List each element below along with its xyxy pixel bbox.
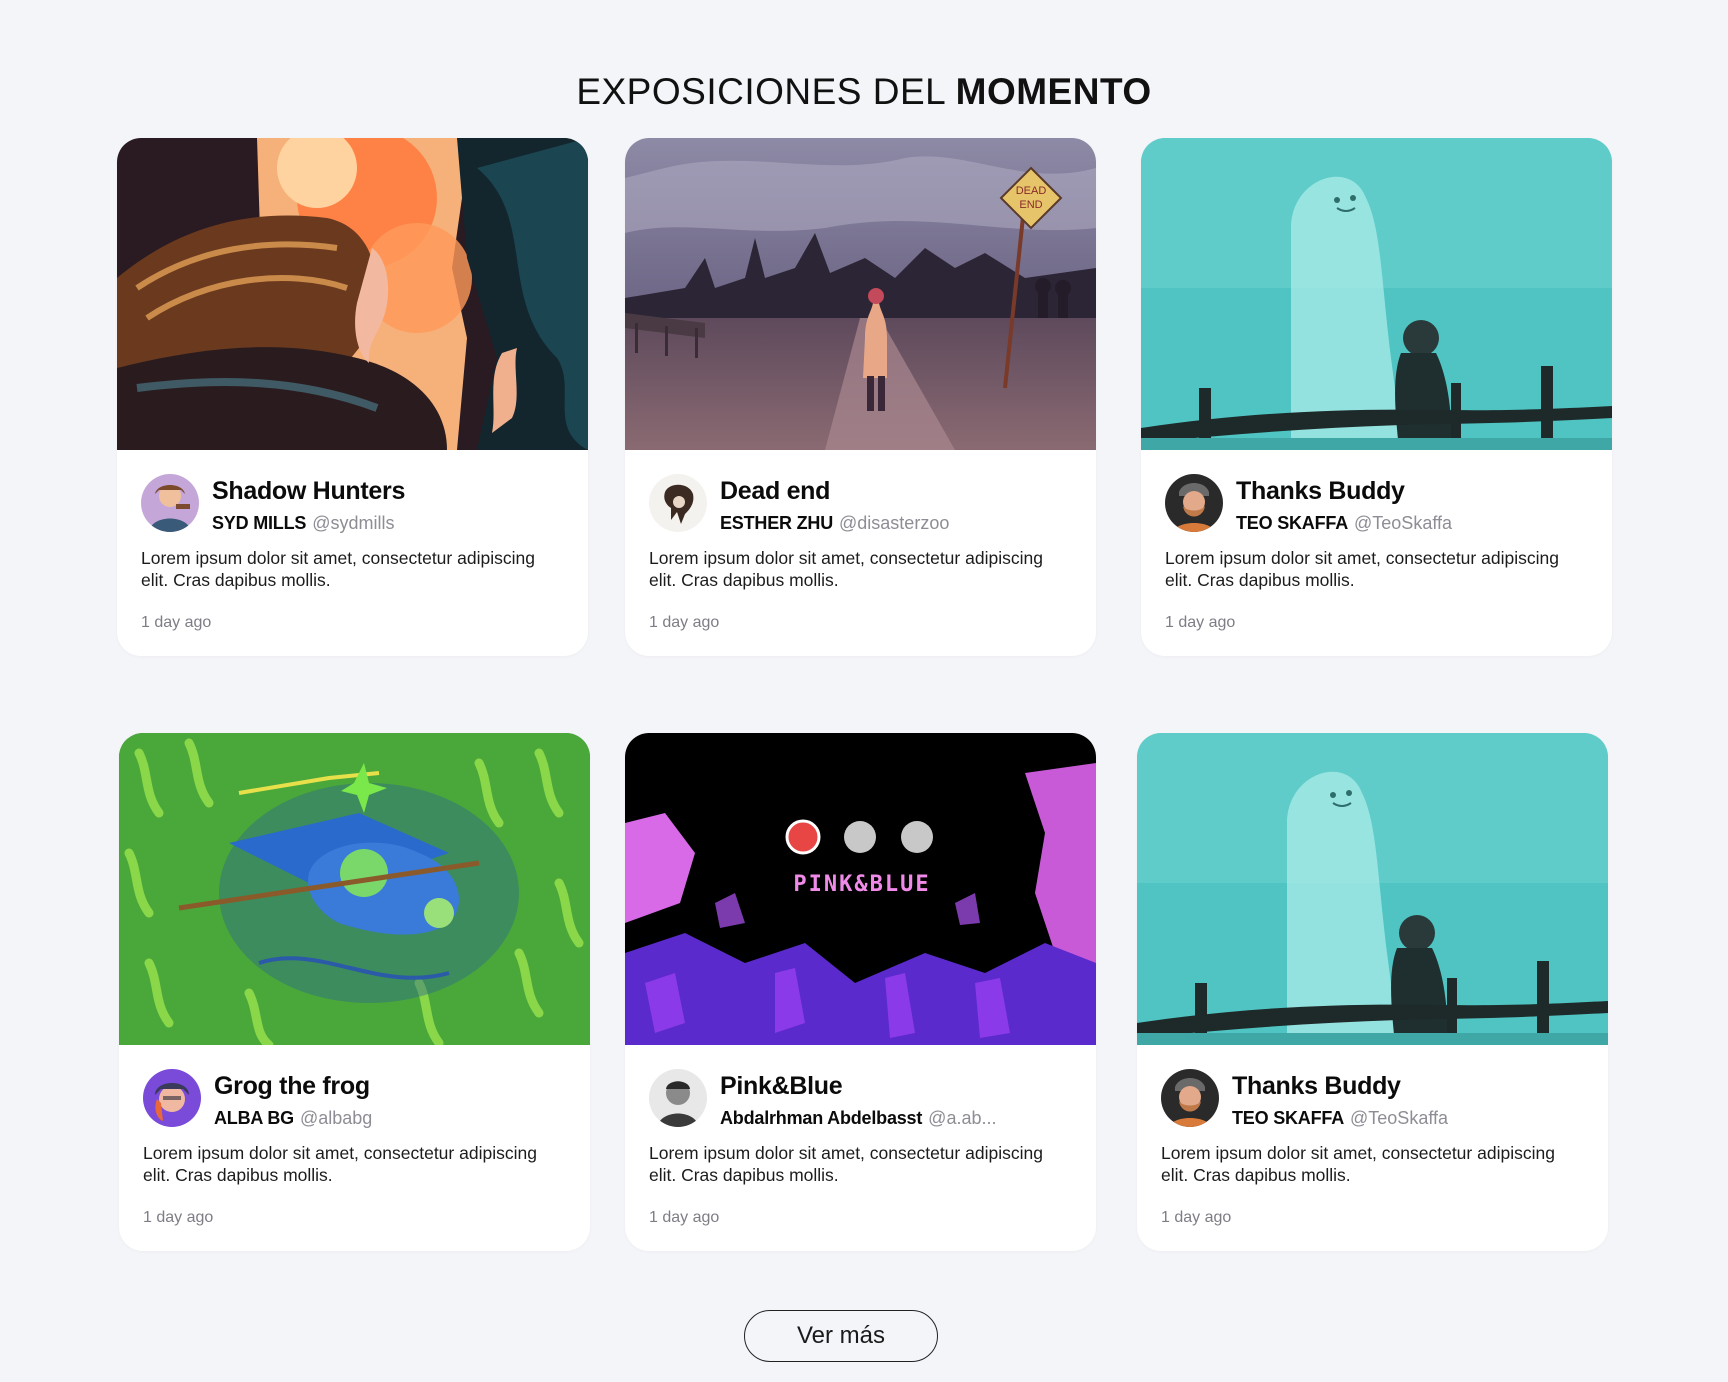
card-byline: TEO SKAFFA @TeoSkaffa [1232,1108,1448,1129]
card-description: Lorem ipsum dolor sit amet, consectetur … [1165,548,1559,590]
author-avatar[interactable] [1161,1069,1219,1127]
card-description: Lorem ipsum dolor sit amet, consectetur … [143,1143,537,1185]
card-title[interactable]: Shadow Hunters [212,477,405,506]
card-byline: Abdalrhman Abdelbasst @a.ab... [720,1108,996,1129]
section-title-light: EXPOSICIONES DEL [576,70,956,112]
author-name[interactable]: SYD MILLS [212,513,306,533]
author-handle[interactable]: @a.ab... [928,1108,996,1128]
card-artwork-image[interactable]: DEAD END [625,138,1096,450]
card-artwork-image[interactable] [117,138,588,450]
card-artwork-image[interactable] [1137,733,1608,1045]
card-byline: SYD MILLS @sydmills [212,513,394,534]
card-byline: TEO SKAFFA @TeoSkaffa [1236,513,1452,534]
author-avatar[interactable] [1165,474,1223,532]
author-avatar[interactable] [143,1069,201,1127]
author-avatar[interactable] [141,474,199,532]
card-description: Lorem ipsum dolor sit amet, consectetur … [141,548,535,590]
card-title[interactable]: Grog the frog [214,1072,370,1101]
card-artwork-image[interactable] [1141,138,1612,450]
author-name[interactable]: ESTHER ZHU [720,513,833,533]
card-title[interactable]: Dead end [720,477,830,506]
card-description: Lorem ipsum dolor sit amet, consectetur … [649,1143,1043,1185]
card-timestamp: 1 day ago [1161,1209,1232,1226]
author-name[interactable]: TEO SKAFFA [1236,513,1348,533]
dead-end-sign-text: END [1019,199,1042,211]
card-description: Lorem ipsum dolor sit amet, consectetur … [649,548,1043,590]
author-name[interactable]: ALBA BG [214,1108,294,1128]
card-byline: ALBA BG @albabg [214,1108,372,1129]
ver-mas-button[interactable]: Ver más [744,1310,938,1362]
card-timestamp: 1 day ago [141,614,212,631]
card-timestamp: 1 day ago [143,1209,214,1226]
author-name[interactable]: Abdalrhman Abdelbasst [720,1108,922,1128]
card-artwork-image[interactable]: PINK&BLUE [625,733,1096,1045]
author-handle[interactable]: @TeoSkaffa [1354,513,1452,533]
card-byline: ESTHER ZHU @disasterzoo [720,513,949,534]
author-handle[interactable]: @disasterzoo [839,513,949,533]
author-handle[interactable]: @TeoSkaffa [1350,1108,1448,1128]
card-timestamp: 1 day ago [1165,614,1236,631]
exhibition-card[interactable]: Thanks Buddy TEO SKAFFA @TeoSkaffa Lorem … [1141,138,1612,656]
exhibition-card[interactable]: Grog the frog ALBA BG @albabg Lorem ipsum… [119,733,590,1251]
author-avatar[interactable] [649,474,707,532]
card-title[interactable]: Thanks Buddy [1232,1072,1401,1101]
author-name[interactable]: TEO SKAFFA [1232,1108,1344,1128]
card-timestamp: 1 day ago [649,1209,720,1226]
card-title[interactable]: Thanks Buddy [1236,477,1405,506]
exhibition-card[interactable]: Shadow Hunters SYD MILLS @sydmills Lorem … [117,138,588,656]
author-handle[interactable]: @sydmills [312,513,394,533]
pink-blue-art-text: PINK&BLUE [793,872,930,897]
card-timestamp: 1 day ago [649,614,720,631]
dead-end-sign-text: DEAD [1016,185,1047,197]
exhibition-card[interactable]: Thanks Buddy TEO SKAFFA @TeoSkaffa Lorem … [1137,733,1608,1251]
exhibition-card[interactable]: PINK&BLUE Pink&Blue Abdalrhman Abdelbass… [625,733,1096,1251]
author-avatar[interactable] [649,1069,707,1127]
card-artwork-image[interactable] [119,733,590,1045]
card-title[interactable]: Pink&Blue [720,1072,843,1101]
card-description: Lorem ipsum dolor sit amet, consectetur … [1161,1143,1555,1185]
section-title-bold: MOMENTO [955,70,1152,112]
author-handle[interactable]: @albabg [300,1108,372,1128]
exhibition-card[interactable]: DEAD END Dead end ESTHER ZHU @disasterzoo… [625,138,1096,656]
section-title: EXPOSICIONES DEL MOMENTO [0,71,1728,113]
